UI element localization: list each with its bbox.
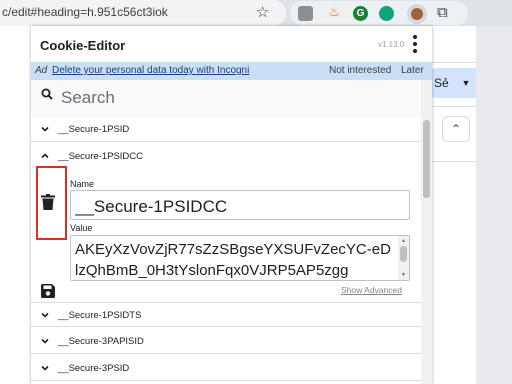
ext-profile-icon[interactable] <box>298 6 313 21</box>
cookie-row-secure-1psid[interactable]: __Secure-1PSID <box>31 117 421 142</box>
more-options-icon[interactable] <box>411 35 419 55</box>
cookie-row-secure-3papisid[interactable]: __Secure-3PAPISID <box>31 329 421 354</box>
browser-toolbar: c/edit#heading=h.951c56ct3iok ☆ ♨ G ⧉ <box>0 0 512 26</box>
chevron-up-icon[interactable]: ⌃ <box>442 116 470 142</box>
ad-link[interactable]: Delete your personal data today with Inc… <box>52 65 249 76</box>
url-text[interactable]: c/edit#heading=h.951c56ct3iok <box>2 5 168 19</box>
show-advanced-link[interactable]: Show Advanced <box>341 285 402 295</box>
cookie-name: __Secure-3PSID <box>58 363 130 374</box>
address-bar[interactable]: c/edit#heading=h.951c56ct3iok ☆ <box>0 0 286 26</box>
cookie-editor-popup: Cookie-Editor v1.13.0 Ad Delete your per… <box>31 26 432 384</box>
chevron-down-icon <box>41 312 49 318</box>
trash-icon[interactable] <box>41 194 55 210</box>
cookie-value-text[interactable]: AKEyXzVovZjR77sZzSBgseYXSUFvZecYC-eDlzQh… <box>75 239 393 280</box>
cookie-row-secure-3psid[interactable]: __Secure-3PSID <box>31 356 421 381</box>
chevron-down-icon <box>41 365 49 371</box>
window-edge <box>476 26 512 384</box>
popup-header: Cookie-Editor v1.13.0 <box>31 26 432 62</box>
popup-scrollbar-thumb[interactable] <box>423 120 430 198</box>
ext-chatgpt-icon[interactable] <box>379 6 394 21</box>
value-scrollbar[interactable]: ▲ ▼ <box>398 236 409 280</box>
cookie-name: __Secure-1PSIDTS <box>58 310 142 321</box>
cookie-row-secure-1psidcc[interactable]: __Secure-1PSIDCC <box>31 144 421 169</box>
share-dropdown-icon[interactable]: ▼ <box>456 68 476 98</box>
not-interested-link[interactable]: Not interested <box>329 65 391 76</box>
star-icon[interactable]: ☆ <box>256 3 269 21</box>
popup-title: Cookie-Editor <box>40 38 126 53</box>
search-icon <box>41 88 53 100</box>
value-scrollbar-thumb[interactable] <box>400 246 407 262</box>
scroll-up-icon[interactable]: ▲ <box>401 238 406 244</box>
ext-fire-icon[interactable]: ♨ <box>327 4 342 19</box>
scroll-down-icon[interactable]: ▼ <box>401 272 406 278</box>
cookie-name: __Secure-1PSID <box>58 124 130 135</box>
chevron-down-icon <box>41 338 49 344</box>
extensions-strip: ♨ G ⧉ <box>290 1 468 25</box>
cookie-name-field[interactable] <box>70 190 410 220</box>
ext-grammarly-icon[interactable]: G <box>353 6 368 21</box>
extensions-puzzle-icon[interactable]: ⧉ <box>437 4 452 21</box>
value-field-label: Value <box>70 223 93 233</box>
ext-cookie-icon[interactable] <box>407 4 427 24</box>
cookie-row-secure-1psidts[interactable]: __Secure-1PSIDTS <box>31 302 421 327</box>
cookie-name: __Secure-1PSIDCC <box>58 151 144 162</box>
name-field-label: Name <box>70 179 95 189</box>
ad-tag: Ad <box>35 65 48 76</box>
share-button-label: Sẻ <box>434 76 449 90</box>
cookie-name: __Secure-3PAPISID <box>58 336 144 347</box>
save-icon[interactable] <box>41 284 55 298</box>
search-input[interactable] <box>61 84 401 112</box>
later-link[interactable]: Later <box>401 65 424 76</box>
cookie-value-field[interactable]: AKEyXzVovZjR77sZzSBgseYXSUFvZecYC-eDlzQh… <box>70 235 410 281</box>
chevron-up-icon <box>41 153 49 159</box>
ad-banner: Ad Delete your personal data today with … <box>31 62 432 80</box>
version-label: v1.13.0 <box>378 40 405 49</box>
chevron-down-icon <box>41 126 49 132</box>
